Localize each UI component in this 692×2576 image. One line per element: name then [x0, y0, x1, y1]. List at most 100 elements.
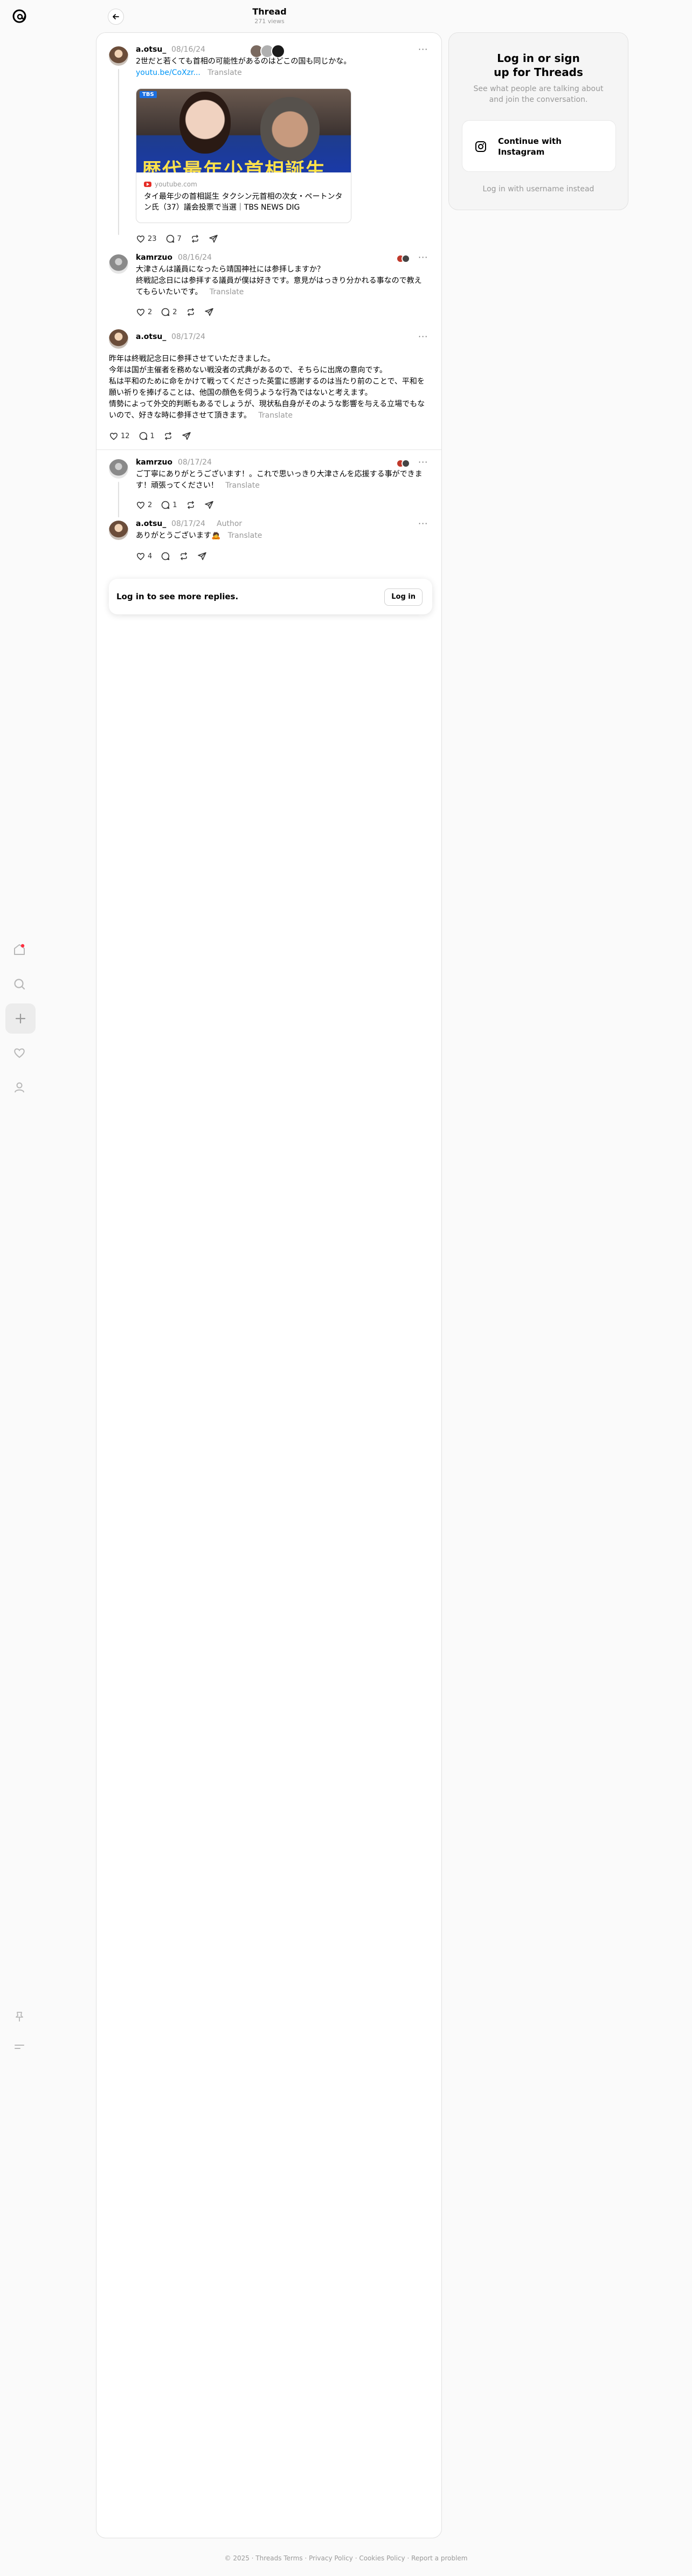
reply-button[interactable]: 2 — [161, 307, 177, 317]
thread-line — [118, 482, 119, 517]
reply-avatars — [396, 254, 411, 263]
post-actions: 23 7 — [136, 233, 218, 244]
heart-icon — [136, 236, 145, 243]
avatar[interactable] — [109, 329, 128, 349]
login-prompt-text: Log in to see more replies. — [116, 592, 239, 601]
like-count: 2 — [148, 501, 153, 509]
share-button[interactable] — [204, 307, 214, 317]
repost-button[interactable] — [179, 551, 189, 561]
username-login-link[interactable]: Log in with username instead — [449, 185, 628, 193]
activity-heart-icon[interactable] — [10, 1043, 29, 1063]
post-date[interactable]: 08/16/24 — [178, 253, 212, 262]
heart-icon — [136, 309, 145, 316]
send-icon — [204, 308, 213, 316]
pin-icon[interactable] — [10, 2007, 29, 2026]
reply-count: 7 — [177, 234, 182, 243]
search-icon[interactable] — [10, 974, 29, 994]
like-count: 23 — [148, 234, 157, 243]
post-actions: 2 2 — [136, 307, 214, 317]
notification-dot — [20, 944, 25, 948]
like-button[interactable]: 2 — [136, 500, 152, 510]
post-date[interactable]: 08/16/24 — [171, 45, 205, 54]
translate-link[interactable]: Translate — [225, 481, 260, 490]
post-text: 2世だと若くても首相の可能性があるのはどこの国も同じかな。 youtu.be/C… — [136, 57, 351, 77]
more-options-button[interactable]: ··· — [418, 331, 428, 342]
username[interactable]: a.otsu_ — [136, 333, 166, 341]
link-preview-card[interactable]: TBS 歴代最年少首相誕生 youtube.com タイ最年少の首相誕生 タクシ… — [136, 88, 351, 223]
translate-link[interactable]: Translate — [207, 68, 242, 77]
page: Thread 271 views a.otsu_ 08/16/24 ··· 2世… — [0, 0, 692, 2576]
reply-button[interactable]: 7 — [165, 234, 182, 244]
post-text: ありがとうございます🙇 Translate — [136, 531, 262, 540]
share-button[interactable] — [182, 431, 191, 441]
login-button[interactable]: Log in — [384, 588, 423, 606]
footer-links[interactable]: © 2025 · Threads Terms · Privacy Policy … — [0, 2554, 692, 2562]
repost-button[interactable] — [163, 431, 173, 441]
translate-link[interactable]: Translate — [210, 288, 244, 296]
post-text: 昨年は終戦記念日に参拝させていただきました。 今年は国が主催者を務めない戦没者の… — [109, 355, 425, 420]
post-link[interactable]: youtu.be/CoXzr... — [136, 68, 200, 77]
login-prompt: Log in to see more replies. Log in — [109, 579, 432, 614]
comment-icon — [161, 501, 170, 509]
username[interactable]: a.otsu_ — [136, 520, 166, 528]
heart-icon — [109, 433, 118, 440]
like-count: 2 — [148, 308, 153, 316]
more-options-button[interactable]: ··· — [418, 252, 428, 262]
username[interactable]: a.otsu_ — [136, 45, 166, 54]
comment-icon — [166, 234, 174, 243]
avatar[interactable] — [109, 521, 128, 540]
continue-with-instagram-button[interactable]: Continue with Instagram — [462, 120, 616, 172]
more-options-button[interactable]: ··· — [418, 518, 428, 529]
avatar[interactable] — [109, 46, 128, 66]
post-date[interactable]: 08/17/24 — [171, 520, 205, 528]
home-icon[interactable] — [10, 940, 29, 959]
profile-icon[interactable] — [10, 1078, 29, 1097]
more-options-button[interactable]: ··· — [418, 44, 428, 54]
repost-icon — [187, 308, 194, 316]
post-actions: 2 1 — [136, 500, 214, 510]
repost-icon — [187, 501, 194, 509]
login-card-description: See what people are talking about and jo… — [473, 85, 604, 104]
heart-icon — [136, 553, 145, 560]
reply-button[interactable]: 1 — [139, 431, 155, 441]
avatar[interactable] — [109, 254, 128, 274]
thread-line — [118, 69, 119, 235]
heart-icon — [136, 502, 145, 509]
reply-count: 2 — [172, 308, 177, 316]
reply-count: 1 — [172, 501, 177, 509]
repost-button[interactable] — [186, 307, 196, 317]
login-card: Log in or sign up for Threads See what p… — [448, 32, 628, 210]
like-button[interactable]: 23 — [136, 234, 157, 244]
post-date[interactable]: 08/17/24 — [178, 458, 212, 467]
link-preview-image: TBS 歴代最年少首相誕生 — [136, 89, 351, 172]
share-button[interactable] — [204, 500, 214, 510]
share-button[interactable] — [197, 551, 207, 561]
menu-icon[interactable] — [10, 2037, 29, 2056]
page-title: Thread — [252, 6, 287, 17]
like-button[interactable]: 4 — [136, 551, 152, 561]
translate-link[interactable]: Translate — [228, 531, 262, 540]
avatar[interactable] — [109, 459, 128, 479]
translate-link[interactable]: Translate — [258, 411, 293, 420]
divider — [96, 449, 441, 450]
share-button[interactable] — [209, 234, 218, 244]
tbs-logo: TBS — [140, 91, 157, 98]
username[interactable]: kamrzuo — [136, 458, 172, 467]
more-options-button[interactable]: ··· — [418, 457, 428, 467]
instagram-button-label: Continue with Instagram — [498, 136, 562, 157]
post-date[interactable]: 08/17/24 — [171, 333, 205, 341]
create-button[interactable] — [5, 1003, 36, 1034]
reply-button[interactable] — [161, 551, 170, 561]
link-title: タイ最年少の首相誕生 タクシン元首相の次女・ペートンタン氏（37）議会投票で当選… — [144, 192, 343, 212]
like-button[interactable]: 12 — [109, 431, 130, 441]
repost-icon — [192, 234, 198, 243]
username[interactable]: kamrzuo — [136, 253, 172, 262]
reply-button[interactable]: 1 — [161, 500, 177, 510]
link-domain: youtube.com — [144, 181, 197, 188]
like-button[interactable]: 2 — [136, 307, 152, 317]
repost-button[interactable] — [186, 500, 196, 510]
post-text: ご丁寧にありがとうございます！。これで思いっきり大津さんを応援する事ができます！… — [136, 470, 423, 490]
view-count: 271 views — [254, 18, 285, 25]
repost-button[interactable] — [190, 234, 200, 244]
like-count: 4 — [148, 552, 153, 560]
